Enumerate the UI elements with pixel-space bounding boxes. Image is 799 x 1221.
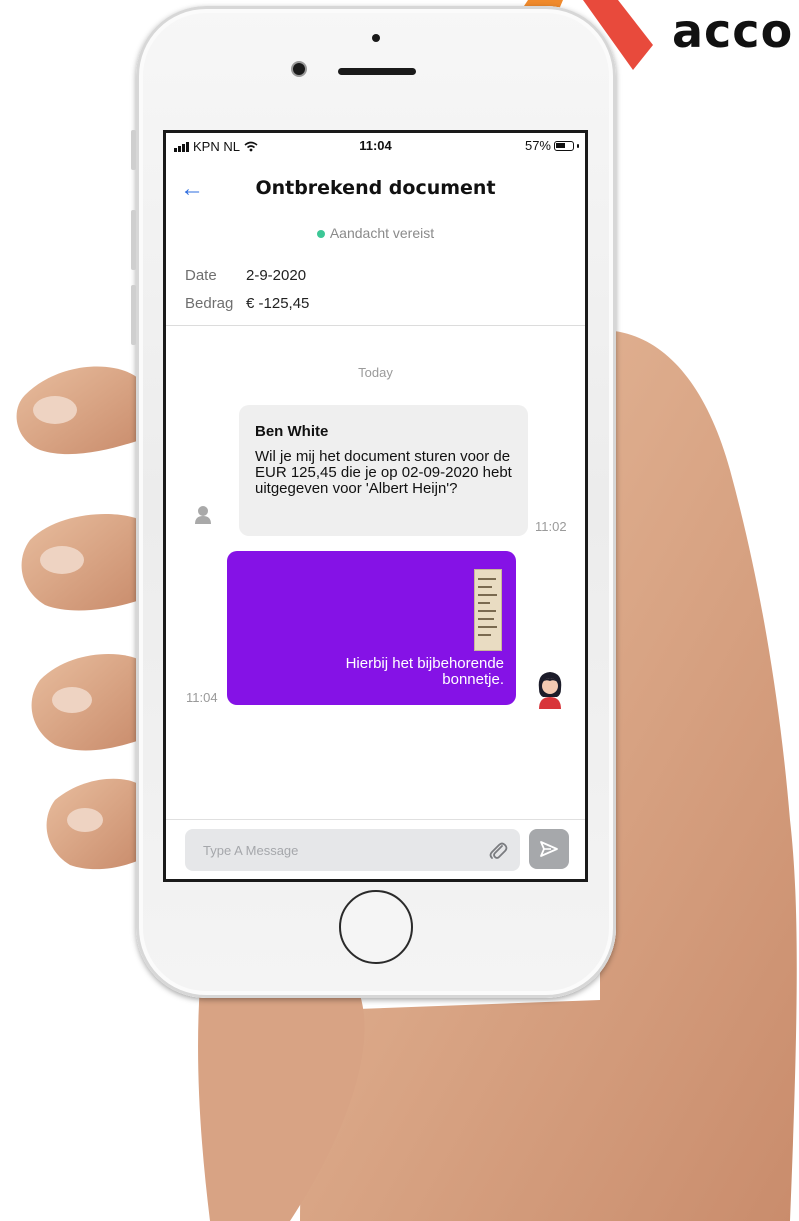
message-text: Hierbij het bijbehorende bonnetje. xyxy=(345,655,504,688)
battery-icon xyxy=(554,140,574,151)
front-sensor xyxy=(372,34,380,42)
message-time: 11:04 xyxy=(186,690,218,705)
volume-up-button xyxy=(131,210,136,270)
divider xyxy=(166,325,585,326)
message-text: Wil je mij het document sturen voor de E… xyxy=(255,448,512,497)
message-time: 11:02 xyxy=(535,519,567,534)
incoming-message-bubble: Ben White Wil je mij het document sturen… xyxy=(239,405,528,536)
status-time: 11:04 xyxy=(359,138,392,153)
amount-row: Bedrag € -125,45 xyxy=(185,295,309,312)
amount-value: € -125,45 xyxy=(246,295,310,312)
date-row: Date 2-9-2020 xyxy=(185,267,306,284)
attention-status: Aandacht vereist xyxy=(166,225,585,241)
mute-switch xyxy=(131,130,136,170)
day-separator: Today xyxy=(358,365,393,380)
attention-label: Aandacht vereist xyxy=(329,225,435,241)
brand-logo-text: acco xyxy=(672,4,794,58)
date-value: 2-9-2020 xyxy=(246,267,307,284)
volume-down-button xyxy=(131,285,136,345)
send-icon xyxy=(540,841,558,857)
message-input[interactable] xyxy=(185,829,520,871)
navigation-bar: ← Ontbrekend document xyxy=(166,171,585,211)
receipt-image[interactable] xyxy=(474,569,502,651)
amount-label: Bedrag xyxy=(185,295,234,312)
composer-divider xyxy=(166,819,585,820)
paperclip-icon[interactable] xyxy=(488,840,508,862)
date-label: Date xyxy=(185,267,217,284)
earpiece-speaker xyxy=(338,68,416,75)
message-sender: Ben White xyxy=(255,423,329,440)
front-camera xyxy=(293,63,305,75)
battery-tip xyxy=(577,143,579,148)
outgoing-message-bubble: Hierbij het bijbehorende bonnetje. xyxy=(227,551,516,705)
phone-screen: KPN NL 11:04 57% ← Ontbrekend document A… xyxy=(163,130,588,882)
send-button[interactable] xyxy=(529,829,569,869)
battery-percent: 57% xyxy=(524,138,551,153)
page-title: Ontbrekend document xyxy=(255,177,496,199)
status-dot-icon xyxy=(316,230,325,239)
home-button[interactable] xyxy=(339,890,413,964)
status-bar: KPN NL 11:04 57% xyxy=(166,133,585,161)
user-avatar-icon xyxy=(195,506,211,524)
user-avatar-icon xyxy=(538,672,562,709)
